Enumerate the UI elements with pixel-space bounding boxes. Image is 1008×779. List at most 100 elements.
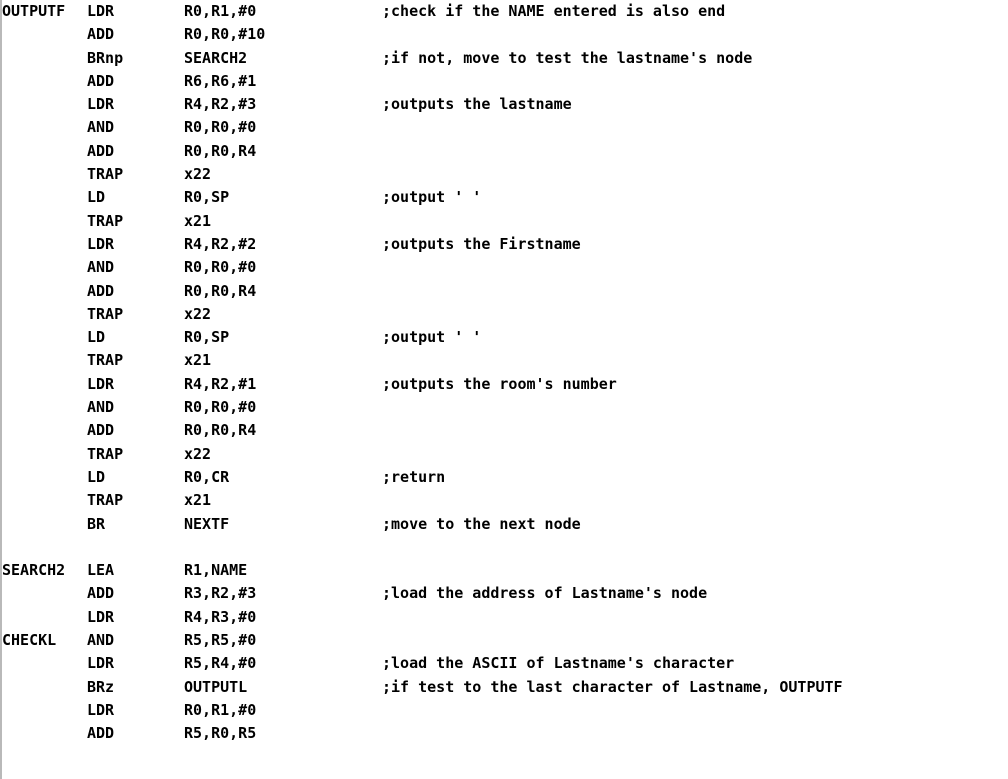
code-line: BRz OUTPUTL ;if test to the last character…	[2, 676, 1002, 699]
code-line: ADD R0,R0,R4	[2, 419, 1002, 442]
code-operands: R1,NAME	[184, 561, 248, 580]
code-line: TRAP x22	[2, 303, 1002, 326]
code-operands: R3,R2,#3	[184, 584, 257, 603]
code-label	[2, 93, 87, 116]
code-label	[2, 256, 87, 279]
code-label	[2, 140, 87, 163]
code-opcode: LD	[87, 467, 106, 486]
code-label	[2, 186, 87, 209]
code-opcode: TRAP	[87, 165, 124, 184]
code-comment	[382, 140, 1002, 163]
code-opcode: AND	[87, 118, 115, 137]
code-line: LDR R5,R4,#0 ;load the ASCII of Lastname's…	[2, 652, 1002, 675]
code-comment: ;output ' '	[382, 188, 482, 207]
code-opcode: TRAP	[87, 351, 124, 370]
code-opcode: LD	[87, 328, 106, 347]
code-label	[2, 210, 87, 233]
code-operands: x22	[184, 304, 212, 323]
code-line: LDR R4,R2,#1 ;outputs the room's number	[2, 373, 1002, 396]
code-operands: R4,R2,#1	[184, 374, 257, 393]
code-operands: R5,R0,R5	[184, 724, 257, 743]
code-comment: ;output ' '	[382, 328, 482, 347]
code-opcode: LDR	[87, 2, 115, 20]
code-label	[2, 536, 87, 559]
code-comment	[382, 256, 1002, 279]
code-line: ADD R0,R0,R4	[2, 280, 1002, 303]
code-operands: R0,SP	[184, 188, 230, 207]
assembly-code-listing: OUTPUTF LDR R0,R1,#0 ;check if the NAME ent…	[2, 0, 1002, 746]
code-comment	[382, 349, 1002, 372]
code-operands: R0,R0,#0	[184, 258, 257, 277]
code-label	[2, 722, 87, 745]
code-label	[2, 116, 87, 139]
code-line: AND R0,R0,#0	[2, 116, 1002, 139]
code-label	[2, 513, 87, 536]
code-line: TRAP x21	[2, 489, 1002, 512]
code-line: ADD R3,R2,#3 ;load the address of Lastname…	[2, 582, 1002, 605]
code-comment	[382, 606, 1002, 629]
code-comment	[382, 396, 1002, 419]
code-comment: ;outputs the room's number	[382, 374, 617, 393]
code-operands: R0,R1,#0	[184, 700, 257, 719]
code-line: LD R0,SP ;output ' '	[2, 326, 1002, 349]
code-line: CHECKL AND R5,R5,#0	[2, 629, 1002, 652]
code-opcode: TRAP	[87, 304, 124, 323]
code-opcode: BRnp	[87, 48, 124, 67]
code-comment	[382, 443, 1002, 466]
code-operands: R0,R0,R4	[184, 281, 257, 300]
code-label	[2, 373, 87, 396]
code-opcode: ADD	[87, 724, 115, 743]
code-opcode: TRAP	[87, 211, 124, 230]
code-operands: SEARCH2	[184, 48, 248, 67]
code-line: LD R0,CR ;return	[2, 466, 1002, 489]
code-opcode	[87, 536, 184, 559]
code-line: LD R0,SP ;output ' '	[2, 186, 1002, 209]
code-line: OUTPUTF LDR R0,R1,#0 ;check if the NAME ent…	[2, 0, 1002, 23]
code-comment	[382, 699, 1002, 722]
code-comment: ;return	[382, 467, 446, 486]
code-line: AND R0,R0,#0	[2, 256, 1002, 279]
code-comment: ;check if the NAME entered is also end	[382, 2, 726, 20]
code-comment: ;load the address of Lastname's node	[382, 584, 708, 603]
code-line: TRAP x22	[2, 163, 1002, 186]
code-label	[2, 443, 87, 466]
code-label	[2, 70, 87, 93]
code-operands: R0,R0,R4	[184, 421, 257, 440]
code-comment	[382, 116, 1002, 139]
code-opcode: LDR	[87, 95, 115, 114]
code-operands: R0,R0,#10	[184, 25, 266, 44]
code-opcode: LDR	[87, 700, 115, 719]
code-opcode: TRAP	[87, 491, 124, 510]
code-label	[2, 47, 87, 70]
code-line: ADD R0,R0,R4	[2, 140, 1002, 163]
code-operands: R4,R2,#2	[184, 234, 257, 253]
code-opcode: AND	[87, 631, 115, 650]
code-label: SEARCH2	[2, 561, 66, 580]
code-operands: R4,R2,#3	[184, 95, 257, 114]
code-operands: R0,CR	[184, 467, 230, 486]
code-operands: R0,R0,R4	[184, 141, 257, 160]
code-label	[2, 396, 87, 419]
code-comment	[382, 489, 1002, 512]
code-opcode: ADD	[87, 281, 115, 300]
code-operands: x21	[184, 211, 212, 230]
code-label	[2, 466, 87, 489]
code-opcode: BRz	[87, 677, 115, 696]
code-operands: R4,R3,#0	[184, 607, 257, 626]
code-comment: ;move to the next node	[382, 514, 581, 533]
code-comment	[382, 536, 1002, 559]
code-label: OUTPUTF	[2, 2, 66, 20]
code-opcode: LDR	[87, 374, 115, 393]
code-comment	[382, 629, 1002, 652]
code-operands: R6,R6,#1	[184, 71, 257, 90]
code-comment	[382, 70, 1002, 93]
code-comment	[382, 23, 1002, 46]
code-label	[2, 419, 87, 442]
code-label	[2, 676, 87, 699]
code-opcode: LD	[87, 188, 106, 207]
code-line: TRAP x21	[2, 349, 1002, 372]
code-operands: R5,R4,#0	[184, 654, 257, 673]
code-label	[2, 582, 87, 605]
code-label	[2, 23, 87, 46]
code-operands: x22	[184, 165, 212, 184]
